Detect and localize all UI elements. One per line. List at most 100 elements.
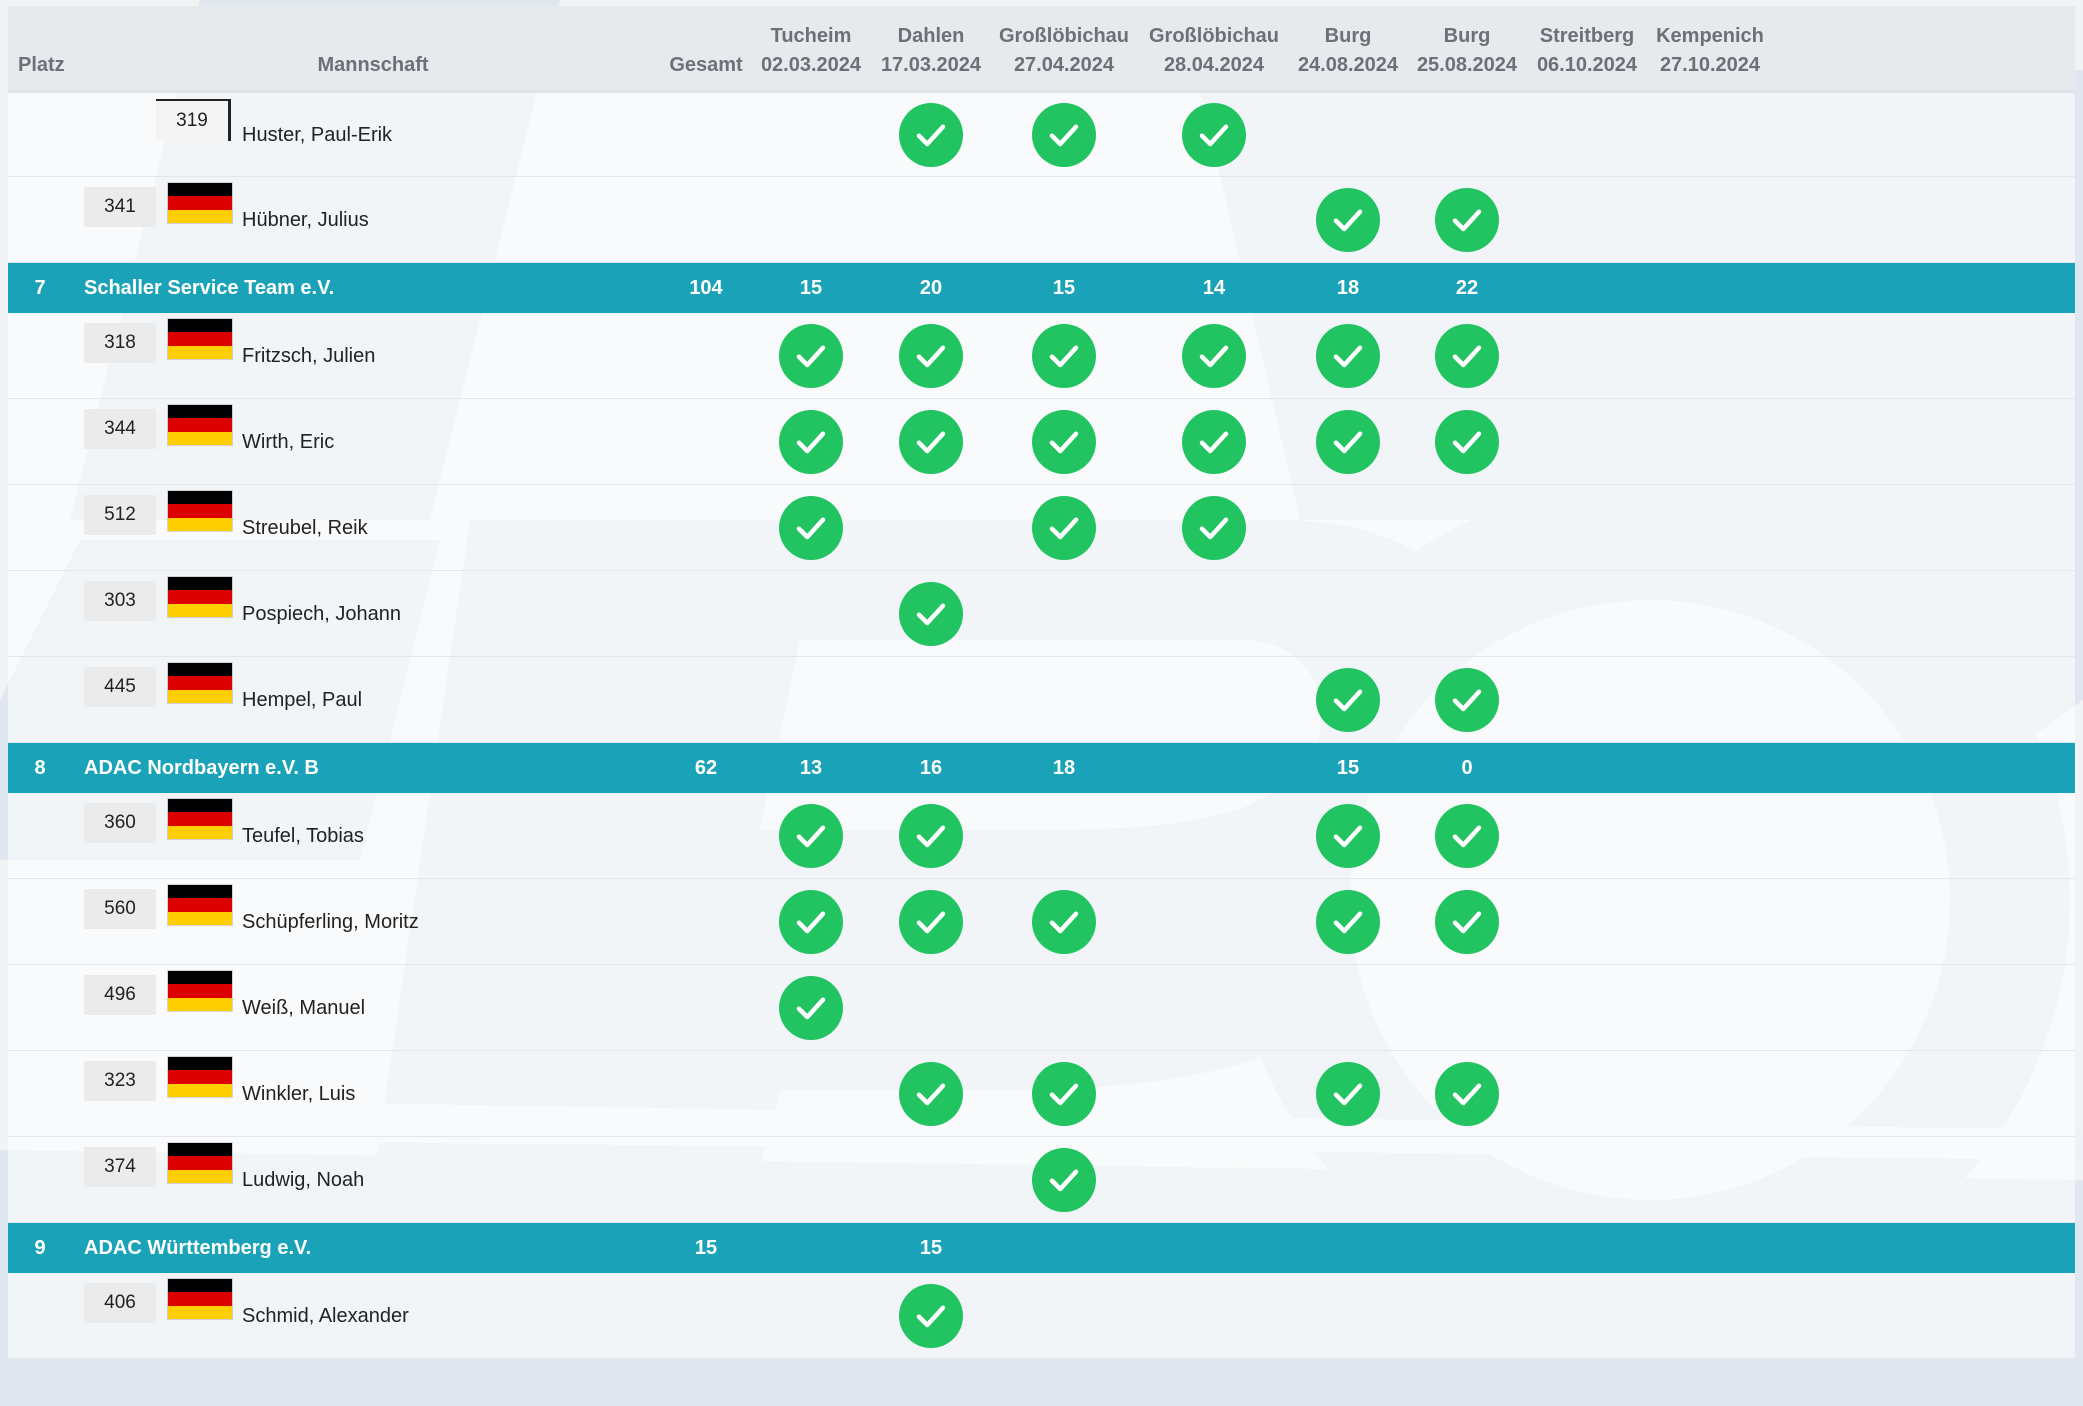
rider-row[interactable]: 344 Wirth, Eric bbox=[8, 399, 2075, 485]
event-participation-cell bbox=[1292, 399, 1404, 484]
check-circle-icon bbox=[1435, 409, 1499, 474]
event-participation-cell bbox=[875, 399, 987, 484]
check-circle-icon bbox=[1435, 323, 1499, 388]
check-circle-icon bbox=[1032, 1147, 1096, 1212]
team-score bbox=[1158, 743, 1270, 793]
rider-row[interactable]: 560 Schüpferling, Moritz bbox=[8, 879, 2075, 965]
rider-row[interactable]: 341 Hübner, Julius bbox=[8, 177, 2075, 263]
german-flag-icon bbox=[168, 577, 232, 617]
rider-name[interactable]: Teufel, Tobias bbox=[242, 793, 364, 878]
team-score bbox=[1531, 743, 1643, 793]
team-score: 16 bbox=[919, 756, 943, 779]
event-participation-cell bbox=[1292, 313, 1404, 398]
event-participation-cell bbox=[875, 793, 987, 878]
rider-row[interactable]: 323 Winkler, Luis bbox=[8, 1051, 2075, 1137]
team-place: 7 bbox=[34, 276, 46, 299]
team-score bbox=[1654, 1223, 1766, 1273]
header-event-3[interactable]: Großlöbichau 28.04.2024 bbox=[1149, 6, 1279, 90]
team-row[interactable]: 8 ADAC Nordbayern e.V. B 62 13 16 18 15 0 bbox=[8, 743, 2075, 793]
check-circle-icon bbox=[1032, 323, 1096, 388]
start-number-badge: 344 bbox=[84, 409, 156, 449]
rider-name[interactable]: Schmid, Alexander bbox=[242, 1273, 409, 1358]
rider-name[interactable]: Streubel, Reik bbox=[242, 485, 368, 570]
header-event-2[interactable]: Großlöbichau 27.04.2024 bbox=[999, 6, 1129, 90]
team-score bbox=[1531, 1223, 1643, 1273]
rider-row[interactable]: 319 Huster, Paul-Erik bbox=[8, 93, 2075, 177]
check-circle-icon bbox=[779, 975, 843, 1040]
team-name[interactable]: Schaller Service Team e.V. bbox=[84, 263, 334, 313]
table-header: Platz Mannschaft Gesamt Tucheim 02.03.202… bbox=[8, 6, 2075, 93]
event-participation-cell bbox=[1411, 313, 1523, 398]
event-participation-cell bbox=[1411, 793, 1523, 878]
rider-name[interactable]: Huster, Paul-Erik bbox=[242, 93, 392, 176]
team-row[interactable]: 7 Schaller Service Team e.V. 104 15 20 15 14 18… bbox=[8, 263, 2075, 313]
rider-name[interactable]: Schüpferling, Moritz bbox=[242, 879, 419, 964]
header-event-4[interactable]: Burg 24.08.2024 bbox=[1292, 6, 1404, 90]
event-participation-cell bbox=[755, 313, 867, 398]
team-score: 15 bbox=[919, 1236, 943, 1259]
event-participation-cell bbox=[1411, 879, 1523, 964]
rider-row[interactable]: 406 Schmid, Alexander bbox=[8, 1273, 2075, 1359]
event-participation-cell bbox=[1292, 879, 1404, 964]
header-event-5[interactable]: Burg 25.08.2024 bbox=[1411, 6, 1523, 90]
event-participation-cell bbox=[755, 965, 867, 1050]
team-name[interactable]: ADAC Nordbayern e.V. B bbox=[84, 743, 319, 793]
header-event-6[interactable]: Streitberg 06.10.2024 bbox=[1531, 6, 1643, 90]
rider-name[interactable]: Fritzsch, Julien bbox=[242, 313, 375, 398]
german-flag-icon bbox=[168, 491, 232, 531]
team-score: 18 bbox=[1336, 276, 1360, 299]
team-score: 15 bbox=[799, 276, 823, 299]
header-event-location: Burg bbox=[1324, 25, 1372, 47]
rider-row[interactable]: 445 Hempel, Paul bbox=[8, 657, 2075, 743]
table-body: 319 Huster, Paul-Erik 341 Hübner, Julius 7 Sc… bbox=[8, 93, 2075, 1359]
start-number-badge: 374 bbox=[84, 1147, 156, 1187]
header-gesamt[interactable]: Gesamt bbox=[658, 6, 754, 90]
rider-name[interactable]: Winkler, Luis bbox=[242, 1051, 355, 1136]
rider-row[interactable]: 318 Fritzsch, Julien bbox=[8, 313, 2075, 399]
event-participation-cell bbox=[1292, 657, 1404, 742]
german-flag-icon bbox=[168, 1279, 232, 1319]
team-score: 15 bbox=[1336, 756, 1360, 779]
start-number-badge: 445 bbox=[84, 667, 156, 707]
team-score: 22 bbox=[1455, 276, 1479, 299]
check-circle-icon bbox=[1435, 803, 1499, 868]
check-circle-icon bbox=[1316, 667, 1380, 732]
rider-row[interactable]: 374 Ludwig, Noah bbox=[8, 1137, 2075, 1223]
header-event-date: 25.08.2024 bbox=[1416, 54, 1518, 76]
check-circle-icon bbox=[1316, 889, 1380, 954]
check-circle-icon bbox=[1032, 889, 1096, 954]
check-circle-icon bbox=[899, 889, 963, 954]
check-circle-icon bbox=[779, 803, 843, 868]
start-number-badge: 323 bbox=[84, 1061, 156, 1101]
team-name[interactable]: ADAC Württemberg e.V. bbox=[84, 1223, 311, 1273]
rider-row[interactable]: 496 Weiß, Manuel bbox=[8, 965, 2075, 1051]
rider-name[interactable]: Wirth, Eric bbox=[242, 399, 334, 484]
rider-row[interactable]: 512 Streubel, Reik bbox=[8, 485, 2075, 571]
header-event-0[interactable]: Tucheim 02.03.2024 bbox=[755, 6, 867, 90]
check-circle-icon bbox=[1182, 409, 1246, 474]
start-number-badge: 319 bbox=[156, 99, 231, 141]
team-score bbox=[1292, 1223, 1404, 1273]
team-score bbox=[1411, 1223, 1523, 1273]
event-participation-cell bbox=[755, 485, 867, 570]
german-flag-icon bbox=[168, 663, 232, 703]
team-score: 14 bbox=[1202, 276, 1226, 299]
check-circle-icon bbox=[1316, 803, 1380, 868]
check-circle-icon bbox=[1435, 187, 1499, 252]
header-event-date: 27.04.2024 bbox=[1013, 54, 1115, 76]
header-event-1[interactable]: Dahlen 17.03.2024 bbox=[875, 6, 987, 90]
header-event-7[interactable]: Kempenich 27.10.2024 bbox=[1654, 6, 1766, 90]
team-row[interactable]: 9 ADAC Württemberg e.V. 15 15 bbox=[8, 1223, 2075, 1273]
rider-name[interactable]: Hempel, Paul bbox=[242, 657, 362, 742]
rider-row[interactable]: 360 Teufel, Tobias bbox=[8, 793, 2075, 879]
event-participation-cell bbox=[1158, 93, 1270, 176]
rider-name[interactable]: Hübner, Julius bbox=[242, 177, 369, 262]
team-score: 15 bbox=[1052, 276, 1076, 299]
header-platz[interactable]: Platz bbox=[18, 6, 65, 90]
rider-name[interactable]: Weiß, Manuel bbox=[242, 965, 365, 1050]
event-participation-cell bbox=[1008, 313, 1120, 398]
rider-name[interactable]: Ludwig, Noah bbox=[242, 1137, 364, 1222]
header-mannschaft[interactable]: Mannschaft bbox=[248, 6, 498, 90]
rider-row[interactable]: 303 Pospiech, Johann bbox=[8, 571, 2075, 657]
rider-name[interactable]: Pospiech, Johann bbox=[242, 571, 401, 656]
